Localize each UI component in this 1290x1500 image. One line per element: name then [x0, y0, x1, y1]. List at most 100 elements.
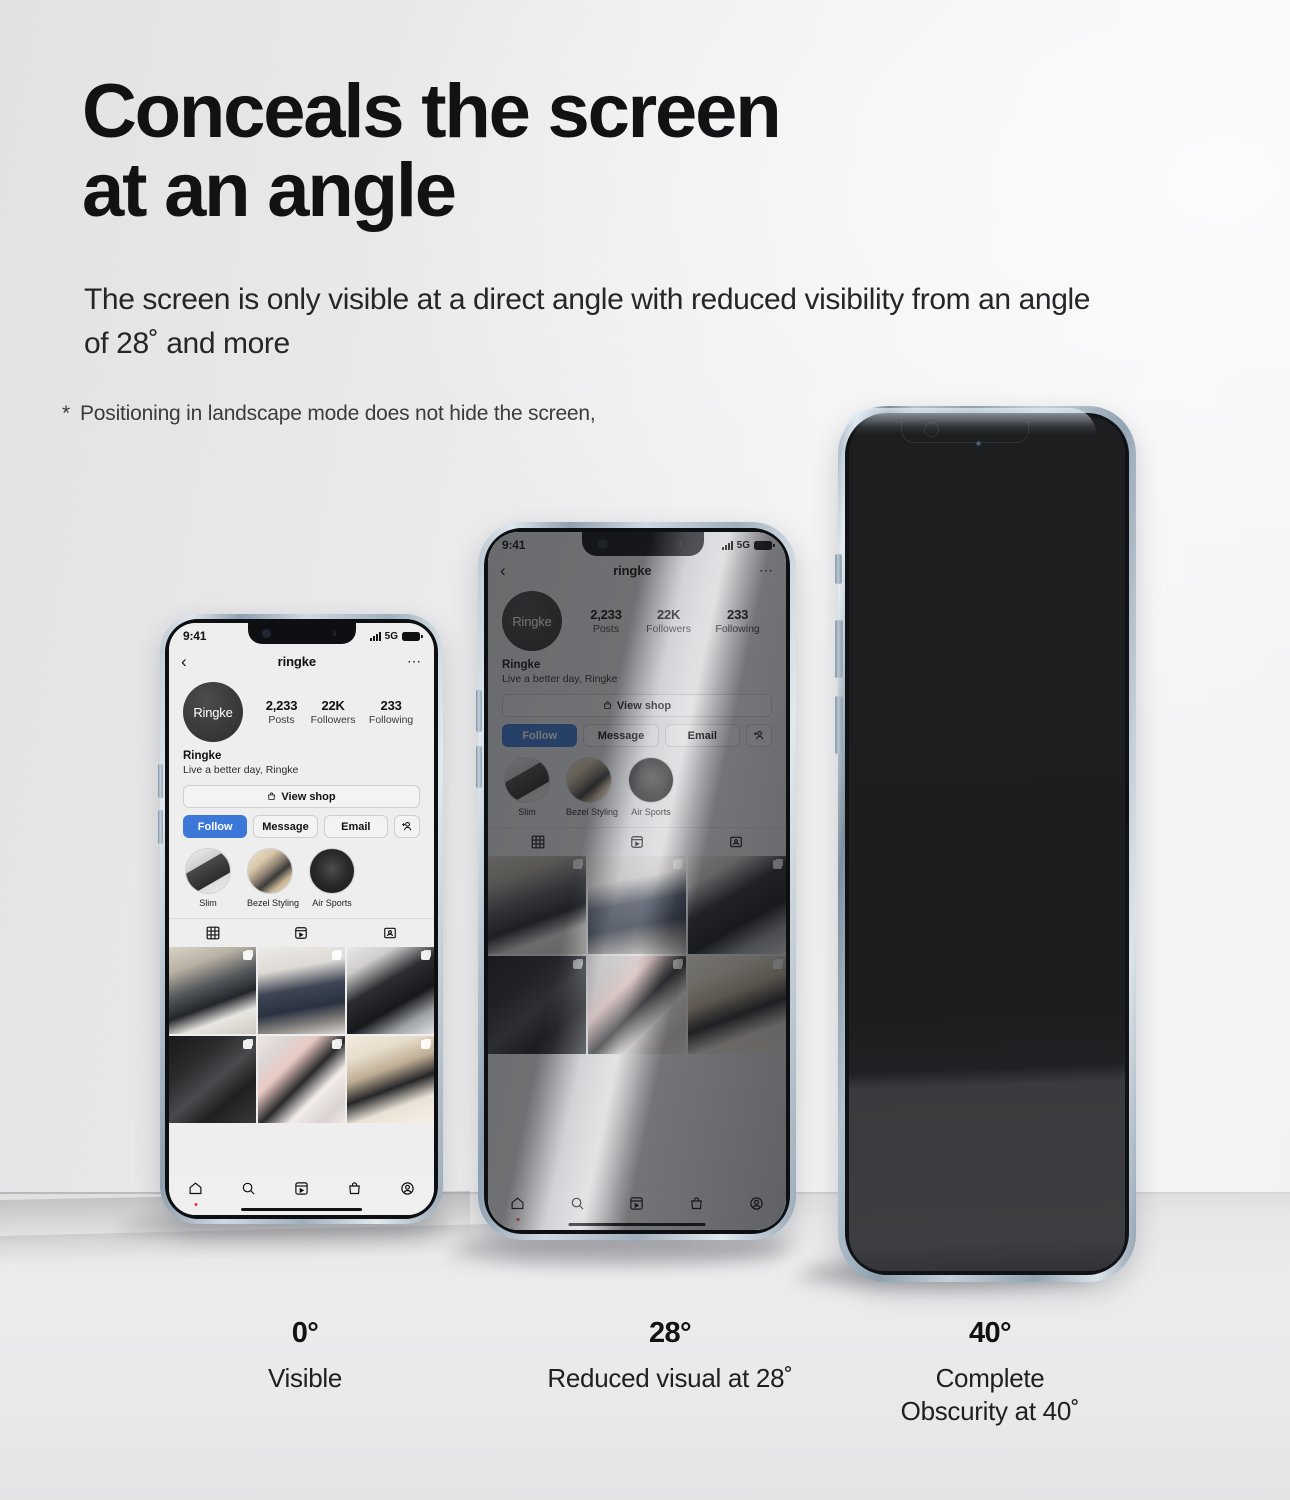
grid-cell[interactable] [257, 1035, 346, 1124]
nav-home[interactable] [510, 1196, 525, 1221]
nav-reels[interactable] [629, 1196, 644, 1216]
volume-down-button[interactable] [158, 810, 163, 844]
highlight-air-sports[interactable]: Air Sports [309, 848, 355, 908]
phone-mockup-28deg: 9:41 5G ‹ ringke ⋯ Ringke 2,233 Posts 22… [476, 522, 796, 1240]
highlight-bezel-styling[interactable]: Bezel Styling [247, 848, 299, 908]
profile-navbar: ‹ ringke ⋯ [169, 649, 434, 676]
more-horizontal-icon[interactable]: ⋯ [407, 654, 422, 669]
tab-reels[interactable] [587, 828, 686, 856]
back-chevron-icon[interactable]: ‹ [500, 562, 506, 579]
nav-shop[interactable] [689, 1196, 704, 1216]
highlight-air-sports[interactable]: Air Sports [628, 757, 674, 817]
grid-cell[interactable] [169, 1035, 257, 1124]
stat-label: Following [368, 714, 414, 726]
follow-button[interactable]: Follow [502, 724, 578, 747]
shop-icon [349, 1182, 360, 1195]
reels-icon [295, 1182, 308, 1195]
grid-cell[interactable] [687, 856, 786, 955]
caption-28deg: 28° Reduced visual at 28˚ [470, 1317, 870, 1395]
product-feature-graphic: Conceals the screen at an angle The scre… [0, 0, 1290, 1500]
profile-header: Ringke 2,233 Posts 22K Followers 233 Fol [169, 676, 434, 742]
network-label: 5G [384, 630, 398, 642]
add-person-button[interactable] [393, 815, 420, 838]
email-button[interactable]: Email [664, 724, 740, 747]
add-person-button[interactable] [745, 724, 772, 747]
stat-following[interactable]: 233 Following [715, 607, 759, 635]
tab-grid[interactable] [488, 828, 587, 856]
stat-posts[interactable]: 2,233 Posts [590, 607, 622, 635]
highlight-thumb [185, 848, 231, 894]
nav-profile[interactable] [749, 1196, 764, 1216]
battery-icon [754, 540, 775, 550]
highlight-thumb [628, 757, 674, 803]
email-button[interactable]: Email [323, 815, 388, 838]
avatar[interactable]: Ringke [183, 682, 243, 742]
view-shop-button[interactable]: View shop [502, 694, 772, 717]
ring-silent-switch[interactable] [835, 554, 842, 584]
view-shop-label: View shop [616, 699, 672, 712]
stat-followers[interactable]: 22K Followers [311, 698, 356, 726]
caption-description: Reduced visual at 28˚ [547, 1363, 793, 1393]
status-time: 9:41 [183, 629, 207, 643]
tab-reels[interactable] [257, 919, 345, 947]
more-horizontal-icon[interactable]: ⋯ [759, 563, 774, 578]
volume-up-button[interactable] [158, 764, 163, 798]
nav-search[interactable] [241, 1181, 256, 1201]
stat-followers[interactable]: 22K Followers [646, 607, 691, 635]
volume-down-button[interactable] [835, 696, 843, 754]
message-button[interactable]: Message [583, 724, 659, 747]
multi-photo-icon [773, 860, 782, 869]
back-chevron-icon[interactable]: ‹ [181, 653, 187, 670]
multi-photo-icon [243, 1039, 253, 1049]
nav-shop[interactable] [347, 1181, 362, 1201]
stat-posts[interactable]: 2,233 Posts [266, 698, 298, 726]
highlight-bezel-styling[interactable]: Bezel Styling [566, 757, 618, 817]
grid-cell[interactable] [687, 955, 786, 1055]
avatar[interactable]: Ringke [502, 591, 562, 651]
tab-tagged[interactable] [346, 919, 434, 947]
home-indicator[interactable] [240, 1208, 363, 1211]
nav-home[interactable] [188, 1181, 203, 1206]
volume-up-button[interactable] [476, 690, 482, 732]
earpiece-speaker [332, 631, 336, 636]
grid-cell[interactable] [488, 856, 587, 955]
profile-username: ringke [613, 563, 652, 578]
follow-button[interactable]: Follow [183, 815, 248, 838]
grid-cell[interactable] [346, 947, 434, 1035]
stat-value: 233 [727, 607, 749, 622]
tab-tagged[interactable] [687, 828, 786, 856]
grid-cell[interactable] [257, 947, 346, 1035]
page-title: Conceals the screen at an angle [82, 69, 782, 234]
story-highlights: Slim Bezel Styling Air Sports [488, 747, 786, 817]
nav-search[interactable] [570, 1196, 585, 1216]
multi-photo-icon [573, 860, 583, 869]
volume-up-button[interactable] [835, 620, 843, 678]
tagged-icon [730, 836, 743, 848]
search-icon [242, 1182, 255, 1195]
grid-cell[interactable] [587, 955, 687, 1055]
camera-lens-glint [975, 441, 981, 446]
grid-cell[interactable] [488, 955, 587, 1055]
earpiece-speaker [678, 541, 682, 547]
message-button[interactable]: Message [253, 815, 318, 838]
phone-screen-blacked-out [849, 417, 1125, 1271]
highlight-slim[interactable]: Slim [504, 757, 550, 817]
highlight-slim[interactable]: Slim [185, 848, 231, 908]
highlight-thumb [504, 757, 550, 803]
grid-cell[interactable] [169, 947, 257, 1035]
battery-icon [402, 631, 423, 641]
nav-reels[interactable] [294, 1181, 309, 1201]
home-indicator[interactable] [568, 1223, 706, 1226]
highlight-thumb [309, 848, 355, 894]
stat-label: Followers [310, 714, 356, 726]
stat-following[interactable]: 233 Following [369, 698, 413, 726]
tab-grid[interactable] [169, 919, 257, 947]
nav-profile[interactable] [400, 1181, 415, 1201]
view-shop-button[interactable]: View shop [183, 785, 420, 808]
signal-icon [369, 631, 381, 641]
grid-cell[interactable] [587, 856, 687, 955]
grid-cell[interactable] [346, 1035, 434, 1124]
profile-bio: Ringke Live a better day, Ringke [488, 651, 786, 685]
profile-tabs [169, 918, 434, 947]
volume-down-button[interactable] [476, 746, 482, 788]
